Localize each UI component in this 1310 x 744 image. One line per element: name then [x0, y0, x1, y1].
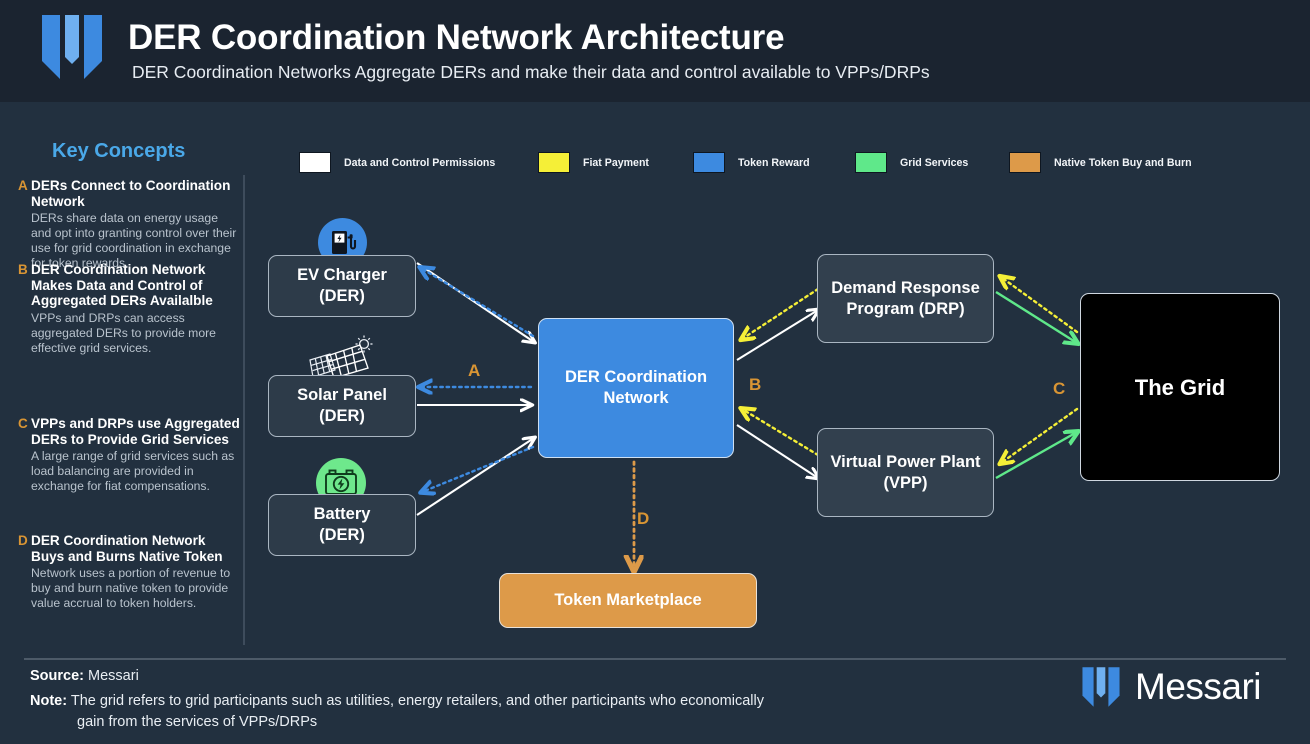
node-battery[interactable]: Battery (DER) — [268, 494, 416, 556]
legend-swatch-fiat-payment — [538, 152, 570, 173]
concept-item-c: C VPPs and DRPs use Aggregated DERs to P… — [18, 416, 240, 494]
concept-item-a: A DERs Connect to Coordination Network D… — [18, 178, 240, 271]
concept-heading-d: DER Coordination Network Buys and Burns … — [31, 533, 223, 564]
legend-swatch-token-reward — [693, 152, 725, 173]
concept-body-c: A large range of grid services such as l… — [31, 449, 235, 493]
node-drp-line1: Demand Response — [831, 278, 980, 297]
node-grid-label: The Grid — [1134, 374, 1226, 400]
footer-divider — [24, 658, 1286, 660]
node-drp-line2: Program (DRP) — [846, 299, 965, 318]
sidebar-divider — [243, 175, 245, 645]
source-line: Source: Messari — [30, 668, 139, 684]
key-concepts-title: Key Concepts — [52, 140, 186, 162]
note-line: Note: The grid refers to grid participan… — [30, 691, 950, 733]
concept-item-d: D DER Coordination Network Buys and Burn… — [18, 533, 240, 611]
concept-heading-a: DERs Connect to Coordination Network — [31, 178, 231, 209]
legend-label-token-reward: Token Reward — [738, 156, 810, 169]
page-title: DER Coordination Network Architecture — [128, 18, 785, 57]
concept-heading-b: DER Coordination Network Makes Data and … — [31, 262, 213, 308]
concept-body-d: Network uses a portion of revenue to buy… — [31, 566, 231, 610]
legend-item-native-token: Native Token Buy and Burn — [1009, 152, 1192, 173]
concept-letter-c: C — [18, 416, 28, 431]
node-battery-line1: Battery — [313, 505, 371, 523]
diagram-page: DER Coordination Network Architecture DE… — [0, 0, 1310, 744]
step-letter-b: B — [749, 375, 762, 394]
concept-item-b: B DER Coordination Network Makes Data an… — [18, 262, 240, 356]
node-vpp-line1: Virtual Power Plant — [830, 452, 981, 471]
legend-label-data-control: Data and Control Permissions — [344, 156, 496, 169]
node-der-coordination-network[interactable]: DER Coordination Network — [538, 318, 734, 458]
node-solar-panel-line2: (DER) — [319, 407, 365, 425]
messari-logo-icon — [42, 15, 102, 79]
note-label: Note: — [30, 693, 68, 709]
page-header: DER Coordination Network Architecture DE… — [0, 0, 1310, 102]
step-letter-c: C — [1053, 379, 1066, 398]
note-text-line1: The grid refers to grid participants suc… — [70, 693, 764, 709]
legend-item-data-control: Data and Control Permissions — [299, 152, 495, 173]
legend-item-fiat-payment: Fiat Payment — [538, 152, 649, 173]
legend-label-fiat-payment: Fiat Payment — [583, 156, 649, 169]
node-coordination-line2: Network — [603, 389, 669, 407]
node-coordination-line1: DER Coordination — [564, 368, 708, 386]
messari-logo-icon — [1082, 667, 1120, 707]
legend-swatch-native-token — [1009, 152, 1041, 173]
node-ev-charger[interactable]: EV Charger (DER) — [268, 255, 416, 317]
legend-swatch-data-control — [299, 152, 331, 173]
node-ev-charger-line2: (DER) — [319, 287, 365, 305]
legend-item-grid-services: Grid Services — [855, 152, 968, 173]
node-virtual-power-plant[interactable]: Virtual Power Plant (VPP) — [817, 428, 994, 517]
concept-letter-a: A — [18, 178, 28, 193]
node-demand-response-program[interactable]: Demand Response Program (DRP) — [817, 254, 994, 343]
node-vpp-line2: (VPP) — [883, 473, 928, 492]
node-the-grid[interactable]: The Grid — [1080, 293, 1280, 481]
legend-swatch-grid-services — [855, 152, 887, 173]
node-token-marketplace[interactable]: Token Marketplace — [499, 573, 757, 628]
source-value: Messari — [88, 668, 139, 684]
concept-letter-b: B — [18, 262, 28, 277]
legend-label-grid-services: Grid Services — [900, 156, 969, 169]
node-battery-line2: (DER) — [319, 526, 365, 544]
node-solar-panel[interactable]: Solar Panel (DER) — [268, 375, 416, 437]
source-label: Source: — [30, 668, 84, 684]
concept-body-b: VPPs and DRPs can access aggregated DERs… — [31, 310, 216, 355]
legend-label-native-token: Native Token Buy and Burn — [1054, 156, 1192, 169]
step-letter-d: D — [637, 509, 650, 528]
footer-brand: Messari — [1080, 666, 1262, 708]
step-letter-a: A — [468, 361, 481, 380]
node-ev-charger-line1: EV Charger — [297, 266, 387, 284]
page-subtitle: DER Coordination Networks Aggregate DERs… — [132, 62, 930, 82]
legend-item-token-reward: Token Reward — [693, 152, 810, 173]
note-text-line2: gain from the services of VPPs/DRPs — [77, 714, 318, 730]
footer-brand-text: Messari — [1135, 666, 1262, 707]
node-solar-panel-line1: Solar Panel — [297, 386, 387, 404]
concept-heading-c: VPPs and DRPs use Aggregated DERs to Pro… — [31, 416, 240, 447]
node-token-marketplace-label: Token Marketplace — [554, 591, 702, 609]
concept-letter-d: D — [18, 533, 28, 548]
